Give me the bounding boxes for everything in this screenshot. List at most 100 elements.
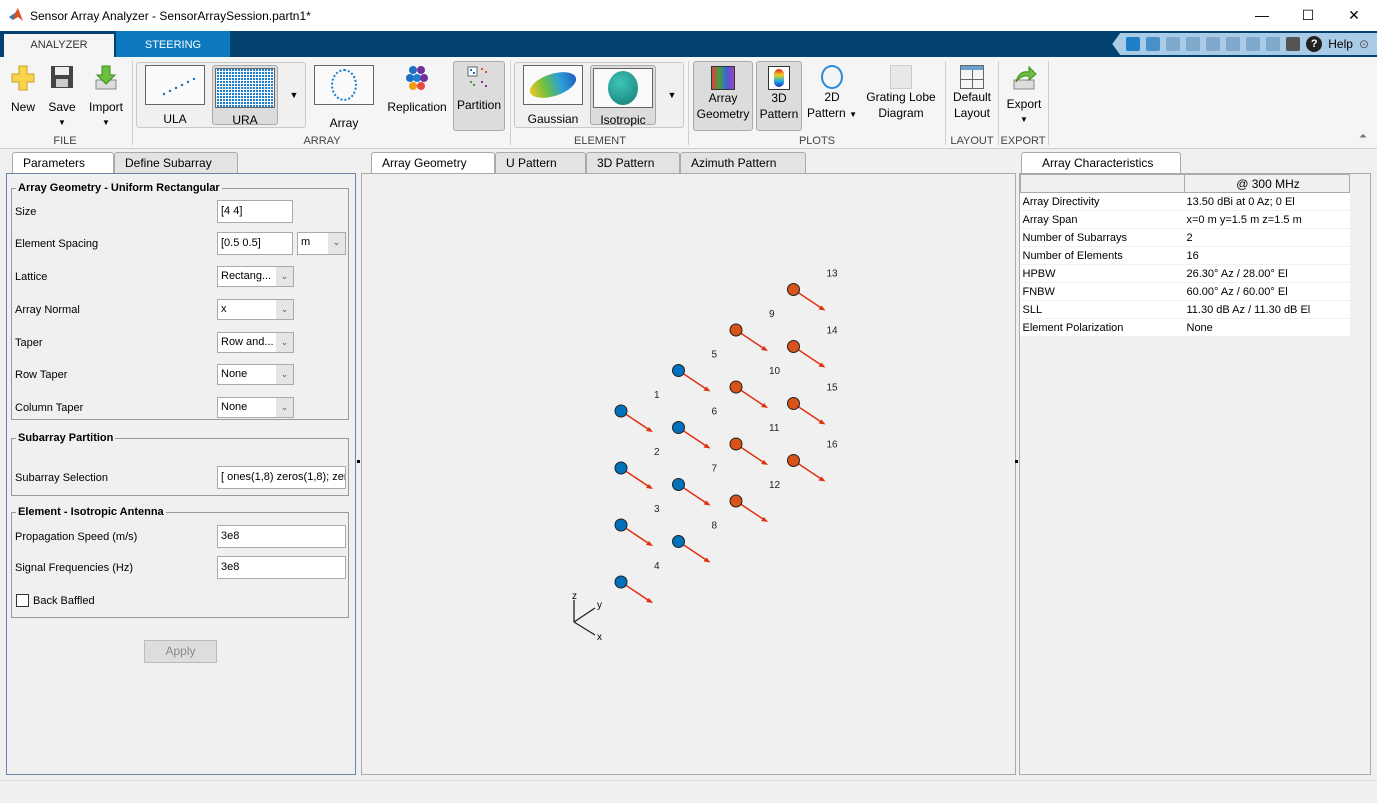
export-button[interactable]: Export ▼ xyxy=(1002,61,1046,131)
tab-3d-pattern[interactable]: 3D Pattern xyxy=(586,152,680,173)
tab-steering[interactable]: STEERING xyxy=(116,31,230,57)
spacing-unit-dropdown[interactable]: m ⌄ xyxy=(297,232,346,255)
save-button[interactable]: Save ▼ xyxy=(44,65,80,131)
array-element-marker[interactable] xyxy=(787,283,800,296)
cut-icon[interactable] xyxy=(1186,37,1201,51)
apply-button[interactable]: Apply xyxy=(144,640,217,663)
array-element-marker[interactable] xyxy=(614,461,628,475)
propagation-speed-label: Propagation Speed (m/s) xyxy=(15,531,138,543)
plot-area: Array Geometry U Pattern 3D Pattern Azim… xyxy=(357,152,1018,776)
row-taper-dropdown[interactable]: None ⌄ xyxy=(217,364,294,385)
subarray-selection-label: Subarray Selection xyxy=(15,472,108,484)
element-spacing-input[interactable]: [0.5 0.5] xyxy=(217,232,293,255)
3d-pattern-icon xyxy=(768,66,790,90)
characteristics-row: Number of Subarrays 2 xyxy=(1020,228,1350,247)
partition-button[interactable]: Partition xyxy=(453,61,505,131)
characteristic-name: SLL xyxy=(1020,300,1185,319)
taper-dropdown[interactable]: Row and... ⌄ xyxy=(217,332,294,353)
tab-analyzer[interactable]: ANALYZER xyxy=(4,34,114,57)
column-taper-dropdown[interactable]: None ⌄ xyxy=(217,397,294,418)
taper-value: Row and... xyxy=(221,336,274,348)
array-element-marker[interactable] xyxy=(614,575,628,589)
default-layout-button[interactable]: Default Layout xyxy=(948,61,996,131)
tab-define-subarray[interactable]: Define Subarray xyxy=(114,152,238,173)
lattice-dropdown[interactable]: Rectang... ⌄ xyxy=(217,266,294,287)
undo-icon[interactable] xyxy=(1246,37,1261,51)
tab-array-characteristics[interactable]: Array Characteristics xyxy=(1021,152,1181,173)
size-input[interactable]: [4 4] xyxy=(217,200,293,223)
ura-button[interactable]: URA xyxy=(212,65,278,127)
close-button[interactable]: ✕ xyxy=(1331,0,1377,31)
expand-icon[interactable]: ⊙ xyxy=(1359,37,1369,51)
3d-pattern-plot-button[interactable]: 3D Pattern xyxy=(756,61,802,131)
element-index-label: 10 xyxy=(769,366,781,377)
export-label: Export xyxy=(1006,97,1042,111)
copy-icon[interactable] xyxy=(1206,37,1221,51)
array-element-marker[interactable] xyxy=(787,397,800,410)
window-icon[interactable] xyxy=(1286,37,1301,51)
ula-button[interactable]: ULA xyxy=(142,65,208,127)
tab-azimuth-pattern[interactable]: Azimuth Pattern xyxy=(680,152,806,173)
array-geometry-plot-button[interactable]: Array Geometry xyxy=(693,61,753,131)
array-element-marker[interactable] xyxy=(787,454,800,467)
element-gallery-dropdown[interactable]: ▼ xyxy=(664,87,680,103)
array-element-marker[interactable] xyxy=(729,380,743,394)
array-element-marker[interactable] xyxy=(729,494,743,508)
gaussian-button[interactable]: Gaussian xyxy=(520,65,586,127)
figure-icon[interactable] xyxy=(1126,37,1141,51)
export-icon xyxy=(1013,65,1037,90)
signal-frequencies-input[interactable]: 3e8 xyxy=(217,556,346,579)
help-icon[interactable]: ? xyxy=(1306,36,1323,52)
custom-array-button[interactable]: Array xyxy=(312,65,376,131)
array-element-marker[interactable] xyxy=(672,421,685,434)
element-title: Element - Isotropic Antenna xyxy=(18,506,164,518)
replication-label: Replication xyxy=(387,100,447,114)
file-group-label: FILE xyxy=(53,135,77,147)
array-geometry-icon xyxy=(711,66,735,90)
array-element-marker[interactable] xyxy=(672,364,685,377)
isotropic-button[interactable]: Isotropic xyxy=(590,65,656,127)
array-gallery-dropdown[interactable]: ▼ xyxy=(286,87,302,103)
import-label: Import xyxy=(88,100,123,114)
new-button[interactable]: New xyxy=(6,65,40,115)
back-baffled-checkbox[interactable] xyxy=(16,594,29,607)
element-index-label: 2 xyxy=(654,447,660,458)
tab-array-geometry[interactable]: Array Geometry xyxy=(371,152,495,173)
array-element-marker[interactable] xyxy=(614,404,628,418)
array-element-marker[interactable] xyxy=(672,535,685,548)
gaussian-pattern-icon xyxy=(523,65,583,105)
spacing-unit-value: m xyxy=(301,236,311,248)
propagation-speed-input[interactable]: 3e8 xyxy=(217,525,346,548)
element-index-label: 1 xyxy=(654,390,660,401)
array-element-marker[interactable] xyxy=(787,340,800,353)
characteristic-name: Array Span xyxy=(1020,210,1185,229)
grating-lobe-diagram-button[interactable]: Grating Lobe Diagram xyxy=(862,61,940,131)
collapse-ribbon-icon[interactable]: ⏶ xyxy=(1356,129,1370,145)
row-taper-value: None xyxy=(221,368,248,380)
ribbon-tab-strip: ANALYZER STEERING ? Help ⊙ xyxy=(0,31,1377,57)
subarray-selection-input[interactable]: [ ones(1,8) zeros(1,8); zeros(1,8) ones(… xyxy=(217,466,346,489)
redo-icon[interactable] xyxy=(1266,37,1281,51)
chevron-down-icon: ⌄ xyxy=(328,233,345,254)
replication-button[interactable]: Replication xyxy=(384,65,450,115)
tab-parameters[interactable]: Parameters xyxy=(12,152,114,173)
minimize-button[interactable]: — xyxy=(1239,0,1285,31)
array-element-marker[interactable] xyxy=(729,437,743,451)
array-element-marker[interactable] xyxy=(614,518,628,532)
save-icon[interactable] xyxy=(1166,37,1181,51)
2d-pattern-label-1: 2D xyxy=(824,90,840,104)
import-button[interactable]: Import ▼ xyxy=(84,65,128,131)
paste-icon[interactable] xyxy=(1226,37,1241,51)
array-element-marker[interactable] xyxy=(729,323,743,337)
help-button[interactable]: Help xyxy=(1328,37,1353,51)
lattice-label: Lattice xyxy=(15,271,48,283)
maximize-button[interactable]: ☐ xyxy=(1285,0,1331,31)
characteristics-row: HPBW 26.30° Az / 28.00° El xyxy=(1020,264,1350,283)
3d-pattern-label-1: 3D xyxy=(771,91,787,105)
array-normal-dropdown[interactable]: x ⌄ xyxy=(217,299,294,320)
characteristic-name: Number of Elements xyxy=(1020,246,1185,265)
tab-u-pattern[interactable]: U Pattern xyxy=(495,152,586,173)
2d-pattern-plot-button[interactable]: 2D Pattern ▼ xyxy=(806,61,858,131)
report-icon[interactable] xyxy=(1146,37,1161,51)
array-element-marker[interactable] xyxy=(672,478,685,491)
